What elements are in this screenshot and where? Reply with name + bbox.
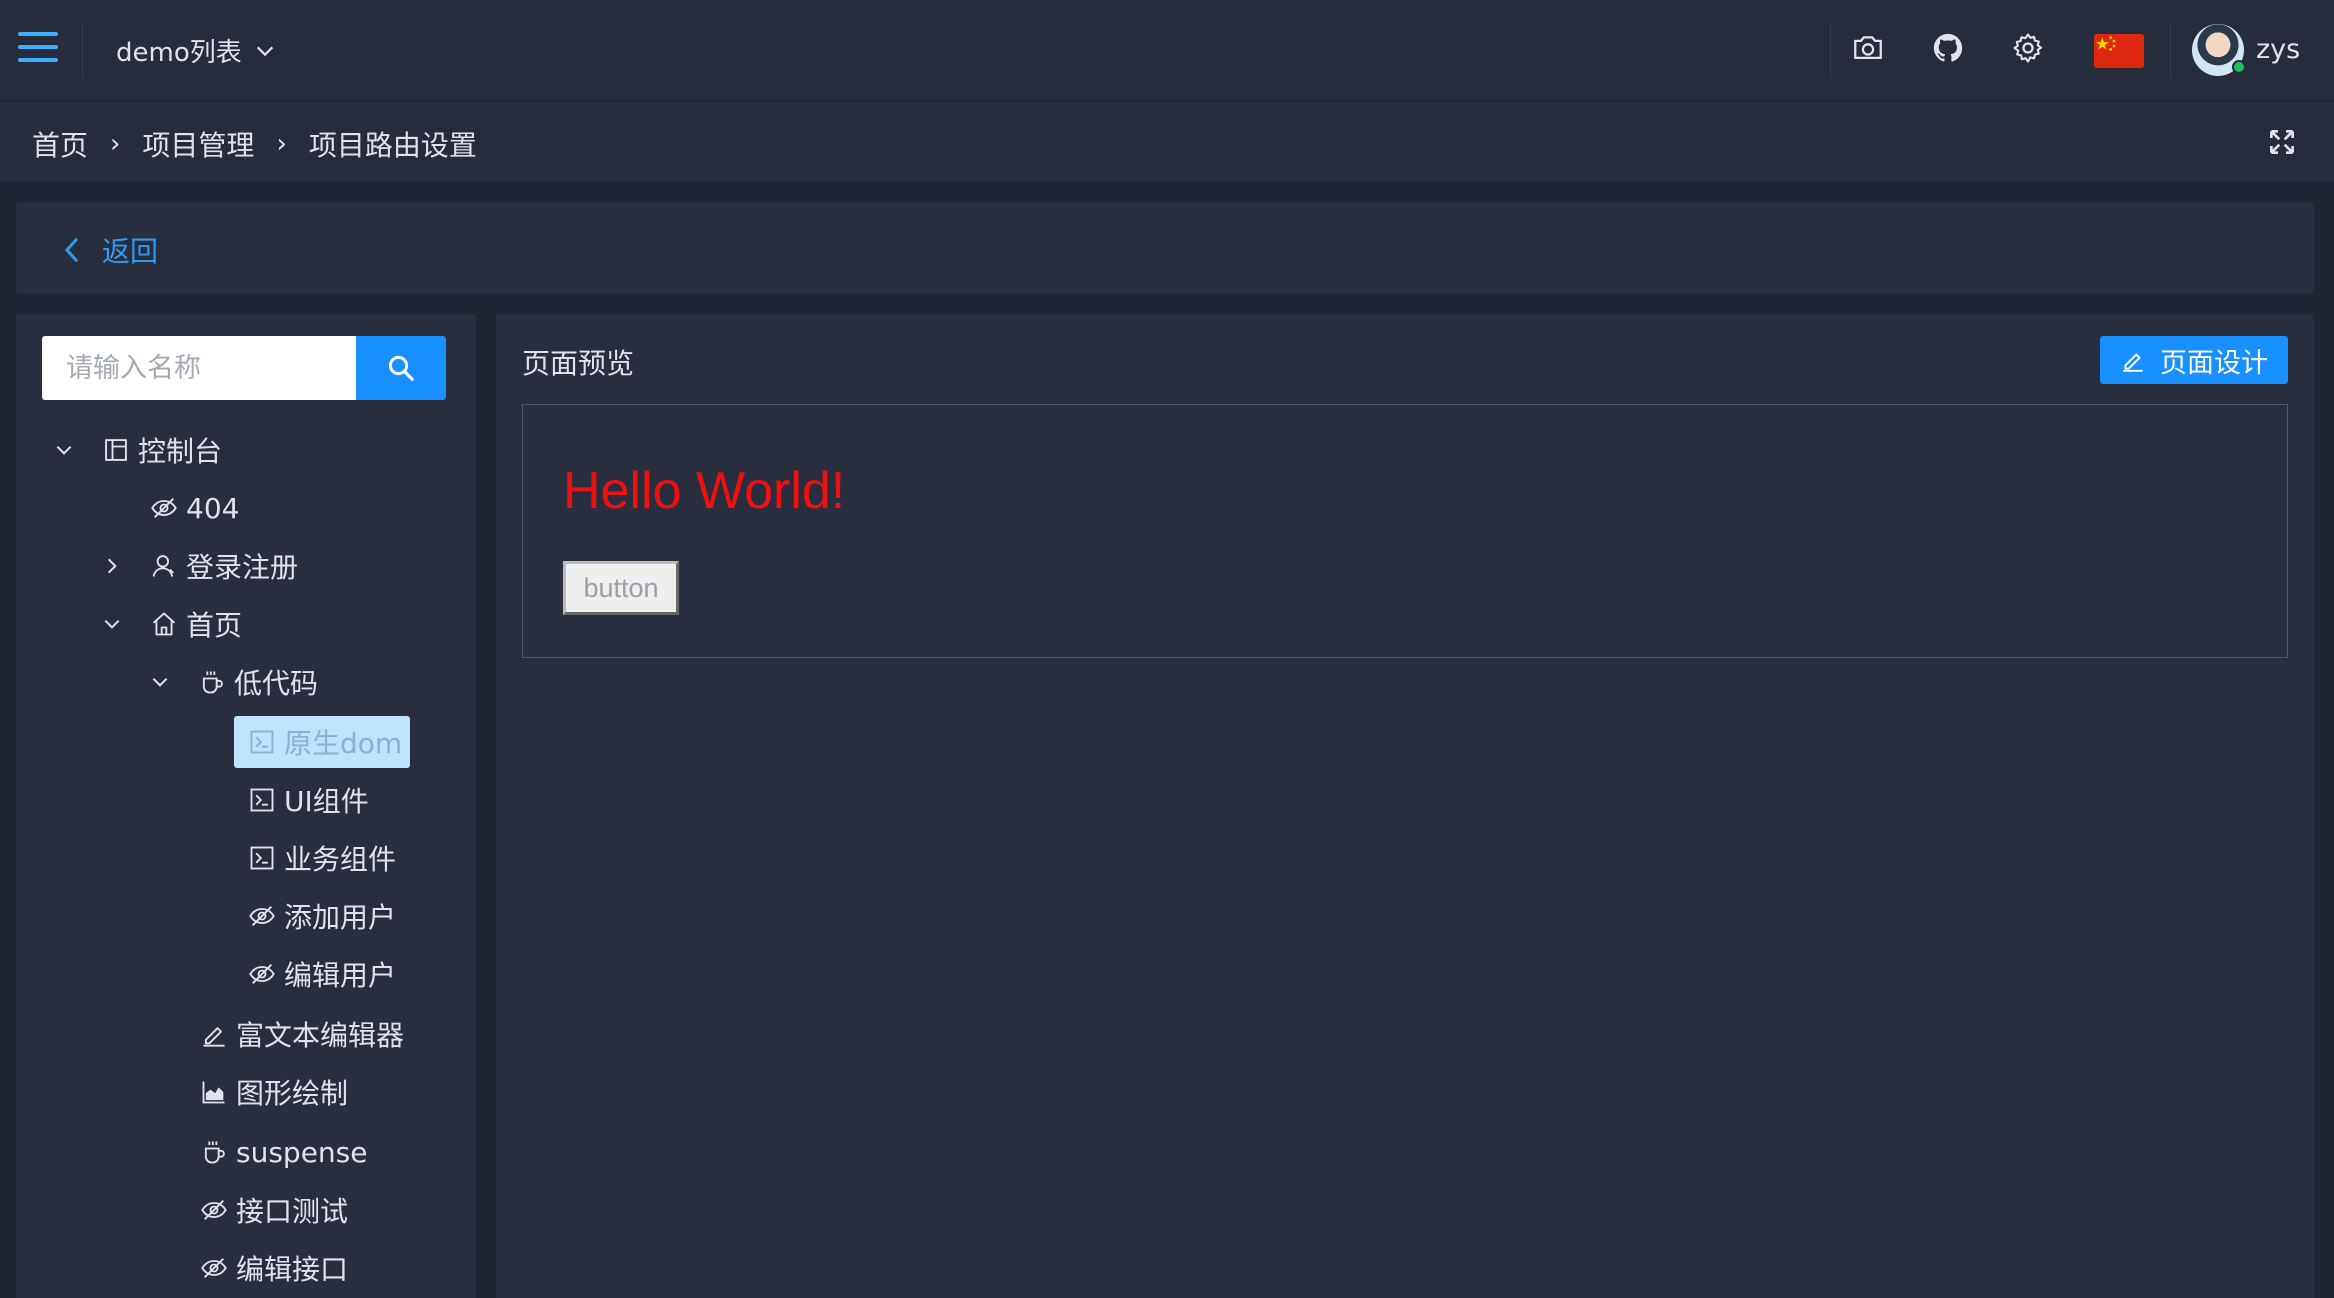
terminal-icon xyxy=(250,846,274,870)
chevron-right-icon[interactable] xyxy=(102,556,122,576)
user-icon xyxy=(152,555,174,577)
tree-node-ui-components[interactable]: UI组件 xyxy=(248,776,369,824)
avatar[interactable] xyxy=(2192,24,2246,76)
preview-canvas: Hello World! button xyxy=(522,404,2288,658)
cup-icon xyxy=(204,1141,225,1164)
tree-node-label: 添加用户 xyxy=(284,901,397,934)
tree-node-label: 控制台 xyxy=(138,435,223,468)
tree-node-rich-text-editor[interactable]: 富文本编辑器 xyxy=(200,1010,404,1058)
edit-icon xyxy=(2123,353,2143,372)
tree-node-edit-user[interactable]: 编辑用户 xyxy=(248,950,396,998)
eye-off-icon xyxy=(201,1200,227,1220)
breadcrumb-bar: 首页 › 项目管理 › 项目路由设置 xyxy=(0,102,2334,182)
language-flag-icon[interactable] xyxy=(2094,34,2144,68)
edit-icon xyxy=(203,1027,225,1047)
tree-node-low-code[interactable]: 低代码 xyxy=(150,658,318,706)
breadcrumb: 首页 › 项目管理 › 项目路由设置 xyxy=(32,124,477,164)
chevron-down-icon[interactable] xyxy=(54,440,74,460)
gear-icon[interactable] xyxy=(2008,28,2048,68)
tree-node-home[interactable]: 首页 xyxy=(102,600,242,648)
app-switcher[interactable]: demo列表 xyxy=(116,32,276,69)
tree-node-add-user[interactable]: 添加用户 xyxy=(248,892,396,940)
top-bar: demo列表 zys xyxy=(0,0,2334,100)
tree-node-404[interactable]: 404 xyxy=(150,484,239,532)
page-design-label: 页面设计 xyxy=(2160,347,2268,379)
github-icon[interactable] xyxy=(1928,28,1968,68)
breadcrumb-item-route-settings: 项目路由设置 xyxy=(308,129,477,162)
route-tree-panel: 控制台 404 登录注册 首页 低代码 原生dom xyxy=(16,314,476,1298)
back-bar: 返回 xyxy=(16,202,2314,294)
home-icon xyxy=(152,612,176,636)
tree-node-label: 404 xyxy=(186,491,240,525)
tree-node-label: 原生dom xyxy=(284,727,403,760)
breadcrumb-item-home[interactable]: 首页 xyxy=(32,124,88,164)
chevron-down-icon[interactable] xyxy=(150,672,170,692)
tree-node-label: 业务组件 xyxy=(284,843,397,876)
terminal-icon xyxy=(250,730,274,754)
username[interactable]: zys xyxy=(2256,34,2300,65)
terminal-icon xyxy=(250,788,274,812)
menu-toggle-icon[interactable] xyxy=(18,32,58,66)
breadcrumb-separator: › xyxy=(110,129,121,159)
tree-node-label: 接口测试 xyxy=(236,1195,349,1228)
cup-icon xyxy=(202,671,223,694)
tree-node-label: UI组件 xyxy=(284,785,369,818)
back-label: 返回 xyxy=(102,235,159,268)
tree-node-label: 编辑用户 xyxy=(284,959,397,992)
eye-off-icon xyxy=(201,1258,227,1278)
divider xyxy=(1830,22,1831,78)
eye-off-icon xyxy=(249,906,275,926)
fullscreen-icon[interactable] xyxy=(2266,126,2298,158)
chevron-left-icon xyxy=(64,237,79,263)
tree-node-edit-api[interactable]: 编辑接口 xyxy=(200,1244,348,1292)
chevron-down-icon[interactable] xyxy=(102,614,122,634)
tree-node-graphics[interactable]: 图形绘制 xyxy=(200,1068,348,1116)
tree-node-label: 富文本编辑器 xyxy=(236,1019,405,1052)
hello-heading: Hello World! xyxy=(563,462,846,520)
eye-off-icon xyxy=(249,964,275,984)
tree-node-native-dom[interactable]: 原生dom xyxy=(234,716,411,768)
page-preview-panel: 页面预览 页面设计 Hello World! button xyxy=(496,314,2314,1298)
eye-off-icon xyxy=(151,498,177,518)
tree-node-api-test[interactable]: 接口测试 xyxy=(200,1186,348,1234)
divider xyxy=(82,22,83,78)
search-icon xyxy=(388,355,414,381)
layout-icon xyxy=(105,439,127,461)
search-button[interactable] xyxy=(356,336,446,400)
search-bar xyxy=(42,336,446,400)
camera-icon[interactable] xyxy=(1848,28,1888,68)
tree-node-label: 登录注册 xyxy=(186,551,299,584)
tree-node-login-register[interactable]: 登录注册 xyxy=(102,542,298,590)
preview-title: 页面预览 xyxy=(522,347,635,380)
tree-node-label: 首页 xyxy=(186,609,243,642)
chevron-down-icon xyxy=(256,46,273,56)
demo-button[interactable]: button xyxy=(563,561,679,615)
tree-node-label: 低代码 xyxy=(234,667,319,700)
area-chart-icon xyxy=(202,1081,225,1104)
page-design-button[interactable]: 页面设计 xyxy=(2100,336,2288,384)
search-input[interactable] xyxy=(42,336,356,400)
tree-node-business-components[interactable]: 业务组件 xyxy=(248,834,396,882)
tree-node-suspense[interactable]: suspense xyxy=(200,1128,367,1176)
back-button[interactable]: 返回 xyxy=(60,230,158,270)
tree-node-label: 编辑接口 xyxy=(236,1253,349,1286)
app-title: demo列表 xyxy=(116,38,242,68)
tree-node-label: 图形绘制 xyxy=(236,1077,349,1110)
breadcrumb-item-project-management[interactable]: 项目管理 xyxy=(142,124,254,164)
breadcrumb-separator: › xyxy=(276,129,287,159)
tree-node-label: suspense xyxy=(236,1135,368,1169)
divider xyxy=(2170,22,2171,78)
online-status-dot xyxy=(2232,60,2246,74)
tree-node-console[interactable]: 控制台 xyxy=(54,426,222,474)
